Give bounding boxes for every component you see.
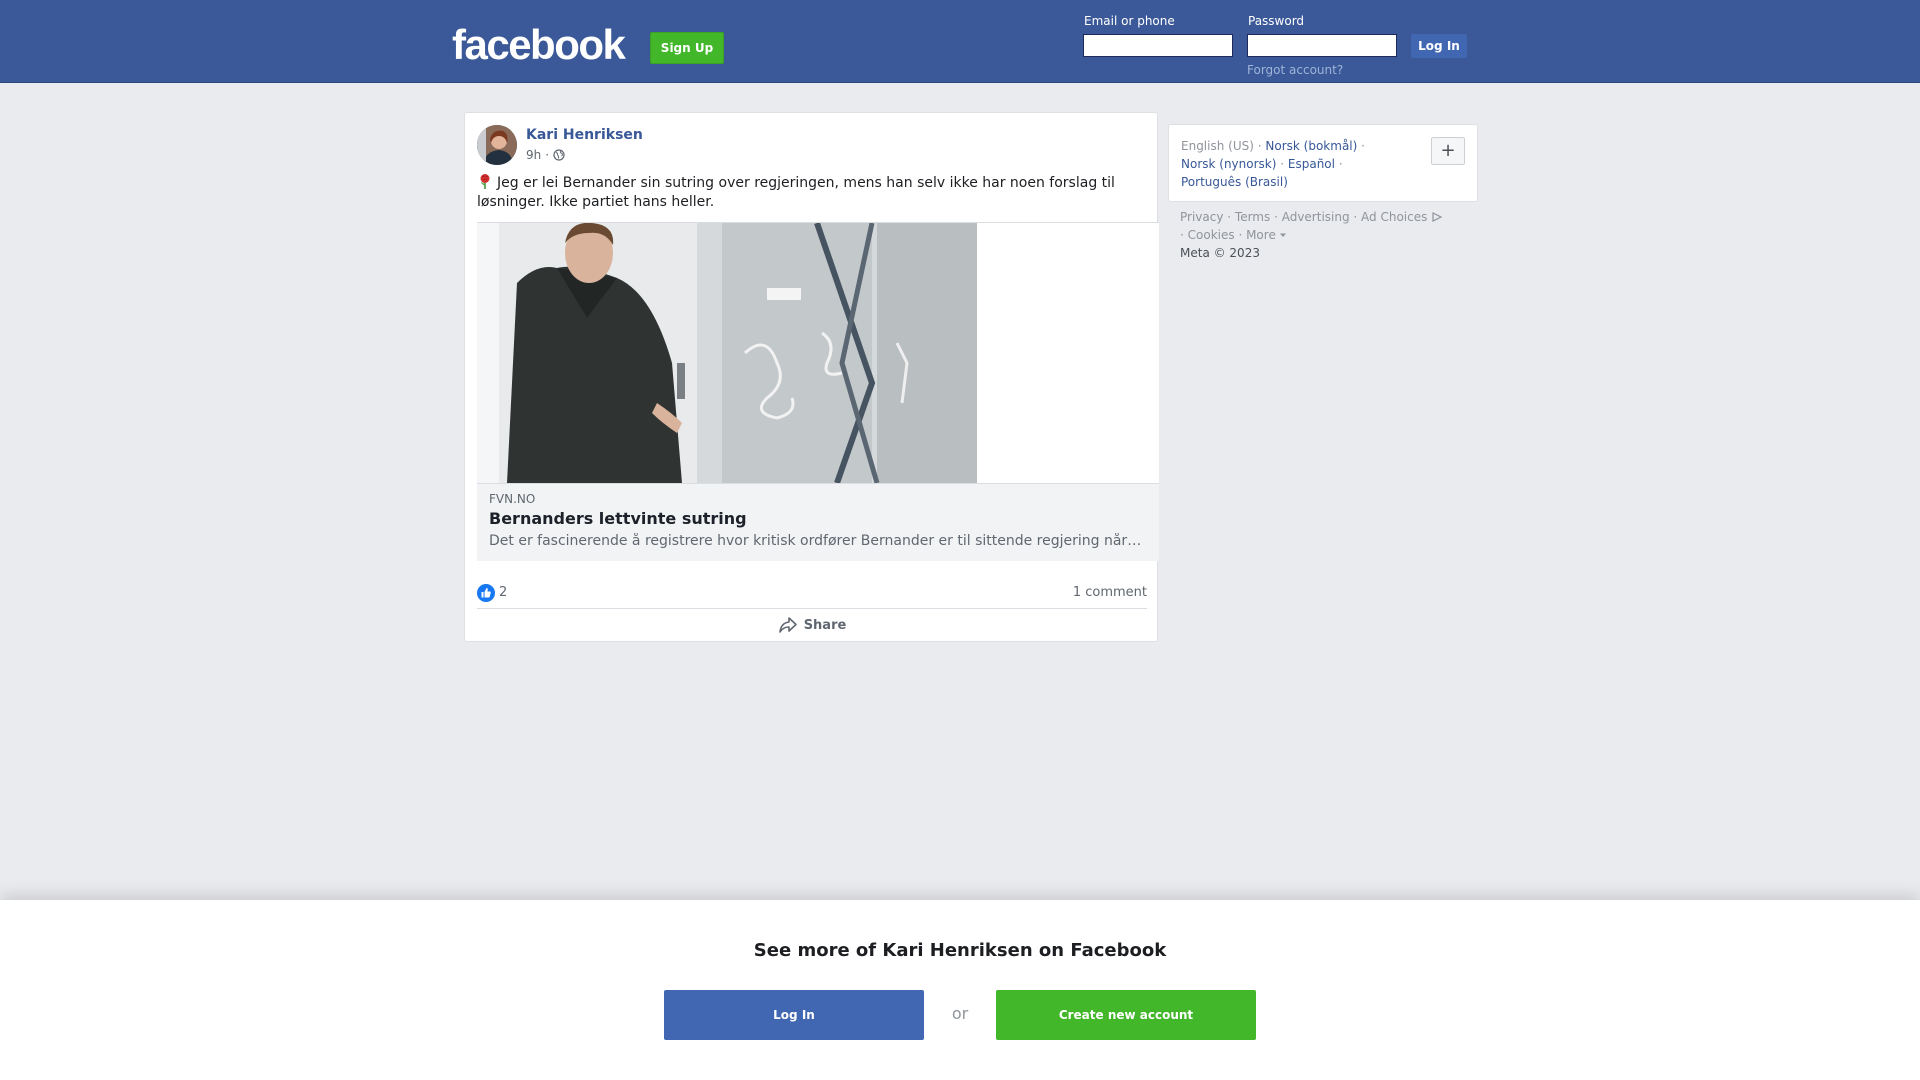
email-label: Email or phone xyxy=(1084,14,1175,28)
sign-up-button[interactable]: Sign Up xyxy=(650,32,724,64)
share-button[interactable]: Share xyxy=(477,609,1147,641)
current-language: English (US) xyxy=(1181,139,1254,153)
top-bar: facebook Sign Up Email or phone Password… xyxy=(0,0,1920,83)
link-title[interactable]: Bernanders lettvinte sutring xyxy=(489,509,1147,528)
post-time[interactable]: 9h xyxy=(526,148,541,162)
post-body-text: Jeg er lei Bernander sin sutring over re… xyxy=(477,175,1115,210)
footer-terms-link[interactable]: Terms xyxy=(1235,210,1270,224)
comment-count[interactable]: 1 comment xyxy=(1073,585,1147,600)
like-count[interactable]: 2 xyxy=(499,585,507,600)
password-label: Password xyxy=(1248,14,1305,28)
post-stats: 2 1 comment xyxy=(477,568,1147,609)
link-image[interactable] xyxy=(477,223,1159,483)
language-link-portugues[interactable]: Português (Brasil) xyxy=(1181,175,1288,189)
globe-icon xyxy=(553,149,565,161)
create-account-button[interactable]: Create new account xyxy=(996,990,1256,1040)
password-field[interactable] xyxy=(1247,34,1397,57)
log-in-button[interactable]: Log In xyxy=(1411,34,1467,58)
footer-more-link[interactable]: More xyxy=(1246,228,1286,242)
article-photo xyxy=(477,223,977,483)
footer-cookies-link[interactable]: Cookies xyxy=(1188,228,1235,242)
language-link-norsk-bokmal[interactable]: Norsk (bokmål) xyxy=(1265,139,1357,153)
post-meta: 9h · xyxy=(526,148,565,162)
avatar[interactable] xyxy=(477,125,517,165)
post-author[interactable]: Kari Henriksen xyxy=(526,127,643,143)
language-link-espanol[interactable]: Español xyxy=(1288,157,1335,171)
footer-ad-choices-link[interactable]: Ad Choices xyxy=(1361,210,1443,224)
footer-advertising-link[interactable]: Advertising xyxy=(1282,210,1350,224)
more-caret-icon xyxy=(1279,233,1286,237)
share-label: Share xyxy=(803,617,847,633)
email-field[interactable] xyxy=(1083,34,1233,57)
language-link-norsk-nynorsk[interactable]: Norsk (nynorsk) xyxy=(1181,157,1276,171)
link-domain: FVN.NO xyxy=(489,492,536,506)
post-card: Kari Henriksen 9h · Jeg er lei Bernander… xyxy=(464,112,1159,642)
article-photo-illustration xyxy=(477,223,977,483)
post-text: Jeg er lei Bernander sin sutring over re… xyxy=(477,173,1137,212)
login-prompt-banner: See more of Kari Henriksen on Facebook L… xyxy=(0,900,1920,1080)
prompt-log-in-button[interactable]: Log In xyxy=(664,990,924,1040)
language-selector: English (US) · Norsk (bokmål) · Norsk (n… xyxy=(1168,124,1478,202)
footer-links: Privacy · Terms · Advertising · Ad Choic… xyxy=(1180,208,1480,262)
rose-icon xyxy=(480,174,490,189)
link-preview[interactable]: FVN.NO Bernanders lettvinte sutring Det … xyxy=(477,222,1159,561)
like-reaction-icon[interactable] xyxy=(477,584,495,602)
copyright-text: Meta © 2023 xyxy=(1180,246,1260,260)
facebook-logo[interactable]: facebook xyxy=(452,20,626,70)
footer-privacy-link[interactable]: Privacy xyxy=(1180,210,1223,224)
link-description: Det er fascinerende å registrere hvor kr… xyxy=(489,533,1145,549)
ad-choices-icon xyxy=(1432,212,1443,222)
more-languages-button[interactable]: + xyxy=(1431,137,1465,165)
share-icon xyxy=(778,617,797,633)
prompt-title: See more of Kari Henriksen on Facebook xyxy=(753,940,1167,961)
prompt-or-text: or xyxy=(951,1004,969,1023)
link-info[interactable]: FVN.NO Bernanders lettvinte sutring Det … xyxy=(477,483,1159,561)
forgot-account-link[interactable]: Forgot account? xyxy=(1247,63,1343,77)
meta-separator: · xyxy=(545,148,550,162)
avatar-photo xyxy=(477,125,517,165)
